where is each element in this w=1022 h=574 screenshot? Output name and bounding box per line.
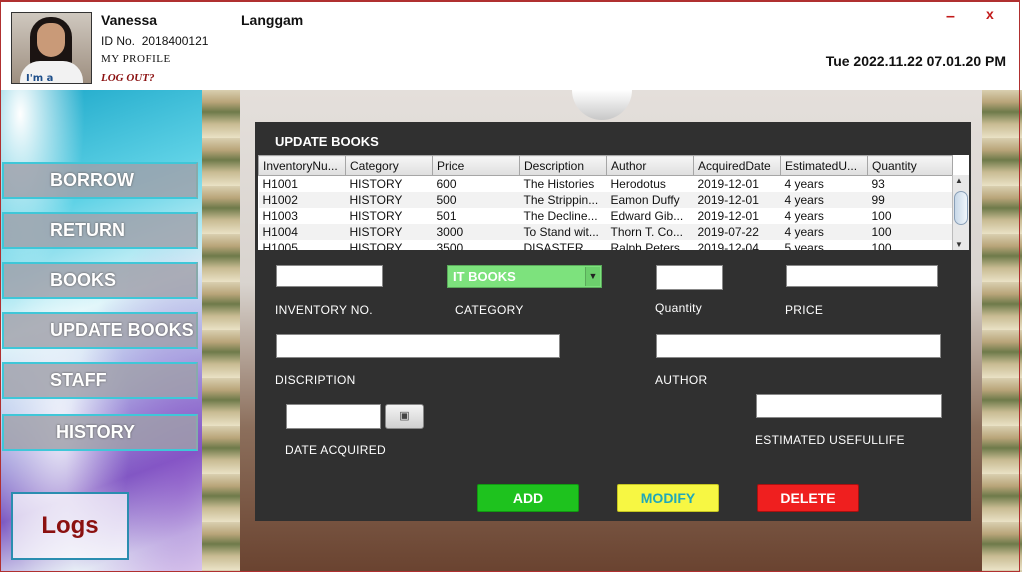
window-border xyxy=(0,0,1020,572)
